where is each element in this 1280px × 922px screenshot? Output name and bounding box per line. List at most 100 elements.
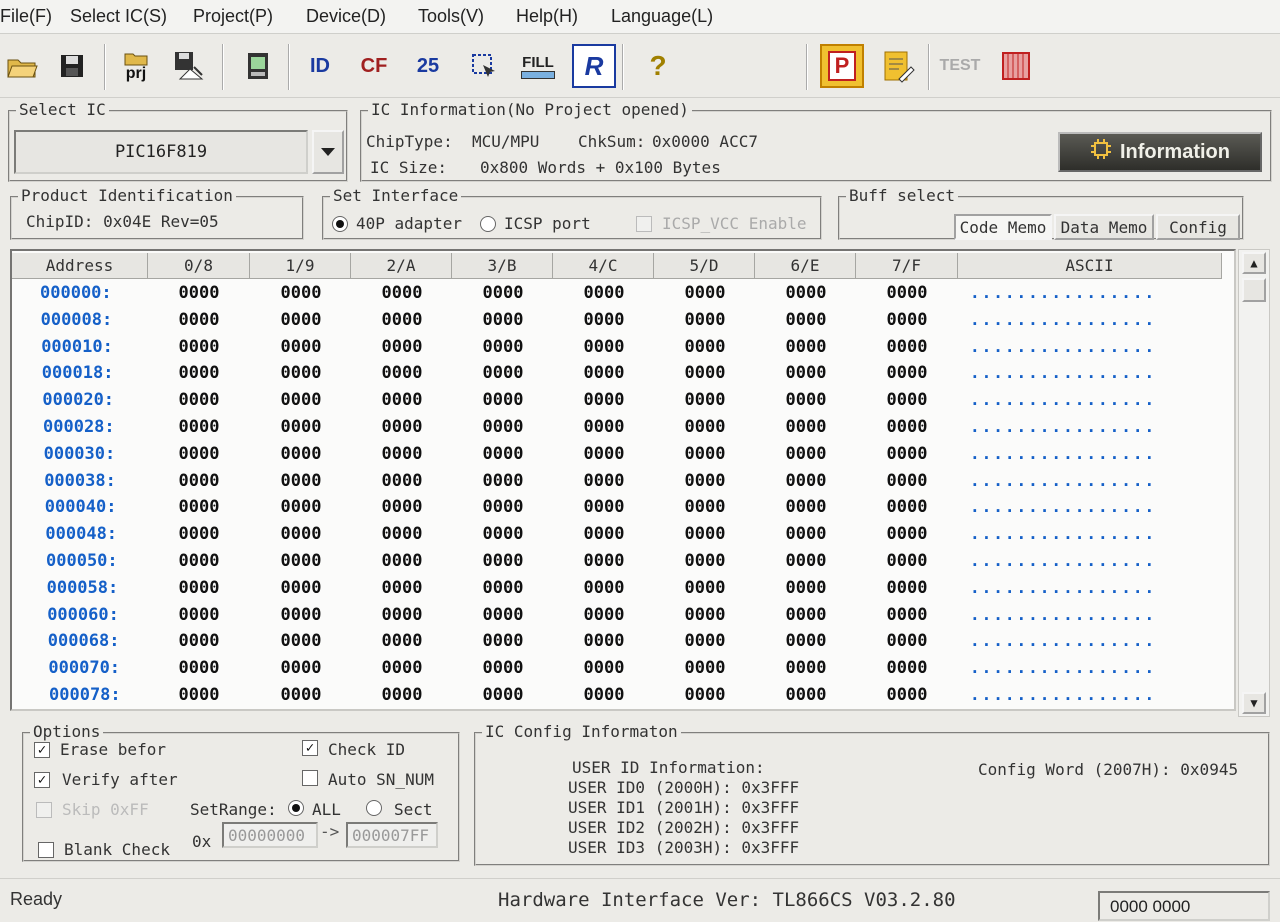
- hex-cell[interactable]: 0000: [367, 390, 437, 410]
- hex-cell[interactable]: 0000: [872, 283, 942, 303]
- hex-cell[interactable]: 0000: [266, 363, 336, 383]
- hex-cell[interactable]: 0000: [468, 471, 538, 491]
- hex-cell[interactable]: 0000: [266, 551, 336, 571]
- hex-cell[interactable]: 0000: [569, 605, 639, 625]
- ascii-cell[interactable]: ................: [970, 471, 1220, 490]
- hex-cell[interactable]: 0000: [569, 658, 639, 678]
- read-chip-r-icon[interactable]: R: [572, 44, 616, 88]
- hex-cell[interactable]: 0000: [771, 283, 841, 303]
- hex-cell[interactable]: 0000: [670, 310, 740, 330]
- hex-cell[interactable]: 0000: [266, 337, 336, 357]
- hex-cell[interactable]: 0000: [872, 471, 942, 491]
- hex-cell[interactable]: 0000: [670, 390, 740, 410]
- hex-cell[interactable]: 0000: [164, 631, 234, 651]
- scroll-down-icon[interactable]: ▼: [1242, 692, 1266, 714]
- hex-cell[interactable]: 0000: [266, 605, 336, 625]
- hex-cell[interactable]: 0000: [266, 497, 336, 517]
- hex-cell[interactable]: 0000: [670, 578, 740, 598]
- hex-cell[interactable]: 0000: [164, 497, 234, 517]
- skip-ff-checkbox[interactable]: [36, 802, 52, 818]
- hex-cell[interactable]: 0000: [367, 524, 437, 544]
- open-file-icon[interactable]: [0, 44, 44, 88]
- hex-cell[interactable]: 0000: [367, 310, 437, 330]
- hex-cell[interactable]: 0000: [569, 685, 639, 705]
- hex-cell[interactable]: 0000: [670, 685, 740, 705]
- scroll-thumb[interactable]: [1242, 278, 1266, 302]
- hex-cell[interactable]: 0000: [468, 337, 538, 357]
- icsp-vcc-checkbox[interactable]: [636, 216, 652, 232]
- hex-cell[interactable]: 0000: [367, 444, 437, 464]
- hex-cell[interactable]: 0000: [569, 551, 639, 571]
- hex-cell[interactable]: 0000: [367, 551, 437, 571]
- hex-cell[interactable]: 0000: [771, 605, 841, 625]
- config-tab[interactable]: Config: [1156, 214, 1240, 240]
- row-address[interactable]: 000018:: [42, 363, 152, 383]
- hex-cell[interactable]: 0000: [771, 471, 841, 491]
- hex-cell[interactable]: 0000: [468, 497, 538, 517]
- hex-cell[interactable]: 0000: [367, 631, 437, 651]
- ascii-cell[interactable]: ................: [970, 685, 1220, 704]
- test-icon[interactable]: TEST: [938, 44, 982, 88]
- hex-cell[interactable]: 0000: [771, 417, 841, 437]
- hex-cell[interactable]: 0000: [872, 497, 942, 517]
- scroll-up-icon[interactable]: ▲: [1242, 252, 1266, 274]
- hex-cell[interactable]: 0000: [771, 685, 841, 705]
- hex-cell[interactable]: 0000: [569, 524, 639, 544]
- hex-cell[interactable]: 0000: [771, 310, 841, 330]
- hex-cell[interactable]: 0000: [872, 390, 942, 410]
- vertical-scrollbar[interactable]: ▲ ▼: [1238, 249, 1270, 717]
- hex-cell[interactable]: 0000: [670, 283, 740, 303]
- hex-cell[interactable]: 0000: [266, 390, 336, 410]
- open-project-icon[interactable]: prj: [114, 44, 158, 88]
- code-memo-tab[interactable]: Code Memo: [954, 214, 1052, 240]
- hex-cell[interactable]: 0000: [771, 444, 841, 464]
- ascii-cell[interactable]: ................: [970, 631, 1220, 650]
- hex-cell[interactable]: 0000: [872, 337, 942, 357]
- fill-icon[interactable]: FILL: [516, 44, 560, 88]
- chip-read-icon[interactable]: [236, 44, 280, 88]
- hex-cell[interactable]: 0000: [367, 605, 437, 625]
- hex-cell[interactable]: 0000: [266, 417, 336, 437]
- row-address[interactable]: 000048:: [45, 524, 155, 544]
- range-start-input[interactable]: 00000000: [222, 822, 318, 848]
- ascii-cell[interactable]: ................: [970, 283, 1220, 302]
- hex-cell[interactable]: 0000: [670, 497, 740, 517]
- row-address[interactable]: 000038:: [44, 471, 154, 491]
- ascii-cell[interactable]: ................: [970, 578, 1220, 597]
- hex-cell[interactable]: 0000: [266, 685, 336, 705]
- hex-cell[interactable]: 0000: [367, 497, 437, 517]
- row-address[interactable]: 000028:: [43, 417, 153, 437]
- radio-range-sect[interactable]: [366, 800, 382, 816]
- hex-cell[interactable]: 0000: [771, 658, 841, 678]
- row-address[interactable]: 000050:: [46, 551, 156, 571]
- id-icon[interactable]: ID: [298, 44, 342, 88]
- hex-cell[interactable]: 0000: [367, 471, 437, 491]
- edit-icon[interactable]: [876, 44, 920, 88]
- hex-cell[interactable]: 0000: [569, 444, 639, 464]
- hex-cell[interactable]: 0000: [872, 310, 942, 330]
- hex-cell[interactable]: 0000: [468, 658, 538, 678]
- hex-cell[interactable]: 0000: [771, 524, 841, 544]
- row-address[interactable]: 000070:: [48, 658, 158, 678]
- ascii-cell[interactable]: ................: [970, 524, 1220, 543]
- hex-cell[interactable]: 0000: [468, 417, 538, 437]
- row-address[interactable]: 000008:: [41, 310, 151, 330]
- hex-cell[interactable]: 0000: [872, 417, 942, 437]
- hex-cell[interactable]: 0000: [468, 283, 538, 303]
- check-id-checkbox[interactable]: ✓: [302, 740, 318, 756]
- hex-cell[interactable]: 0000: [569, 283, 639, 303]
- auto-sn-checkbox[interactable]: [302, 770, 318, 786]
- range-end-input[interactable]: 000007FF: [346, 822, 438, 848]
- save-icon[interactable]: [50, 44, 94, 88]
- hex-cell[interactable]: 0000: [670, 631, 740, 651]
- hex-cell[interactable]: 0000: [569, 310, 639, 330]
- hex-cell[interactable]: 0000: [266, 283, 336, 303]
- hex-cell[interactable]: 0000: [569, 390, 639, 410]
- ascii-cell[interactable]: ................: [970, 551, 1220, 570]
- hex-cell[interactable]: 0000: [266, 631, 336, 651]
- chip-select-combo[interactable]: PIC16F819: [14, 130, 308, 174]
- menu-help[interactable]: Help(H): [516, 6, 578, 27]
- row-address[interactable]: 000078:: [49, 685, 159, 705]
- hex-cell[interactable]: 0000: [164, 417, 234, 437]
- hex-cell[interactable]: 0000: [670, 337, 740, 357]
